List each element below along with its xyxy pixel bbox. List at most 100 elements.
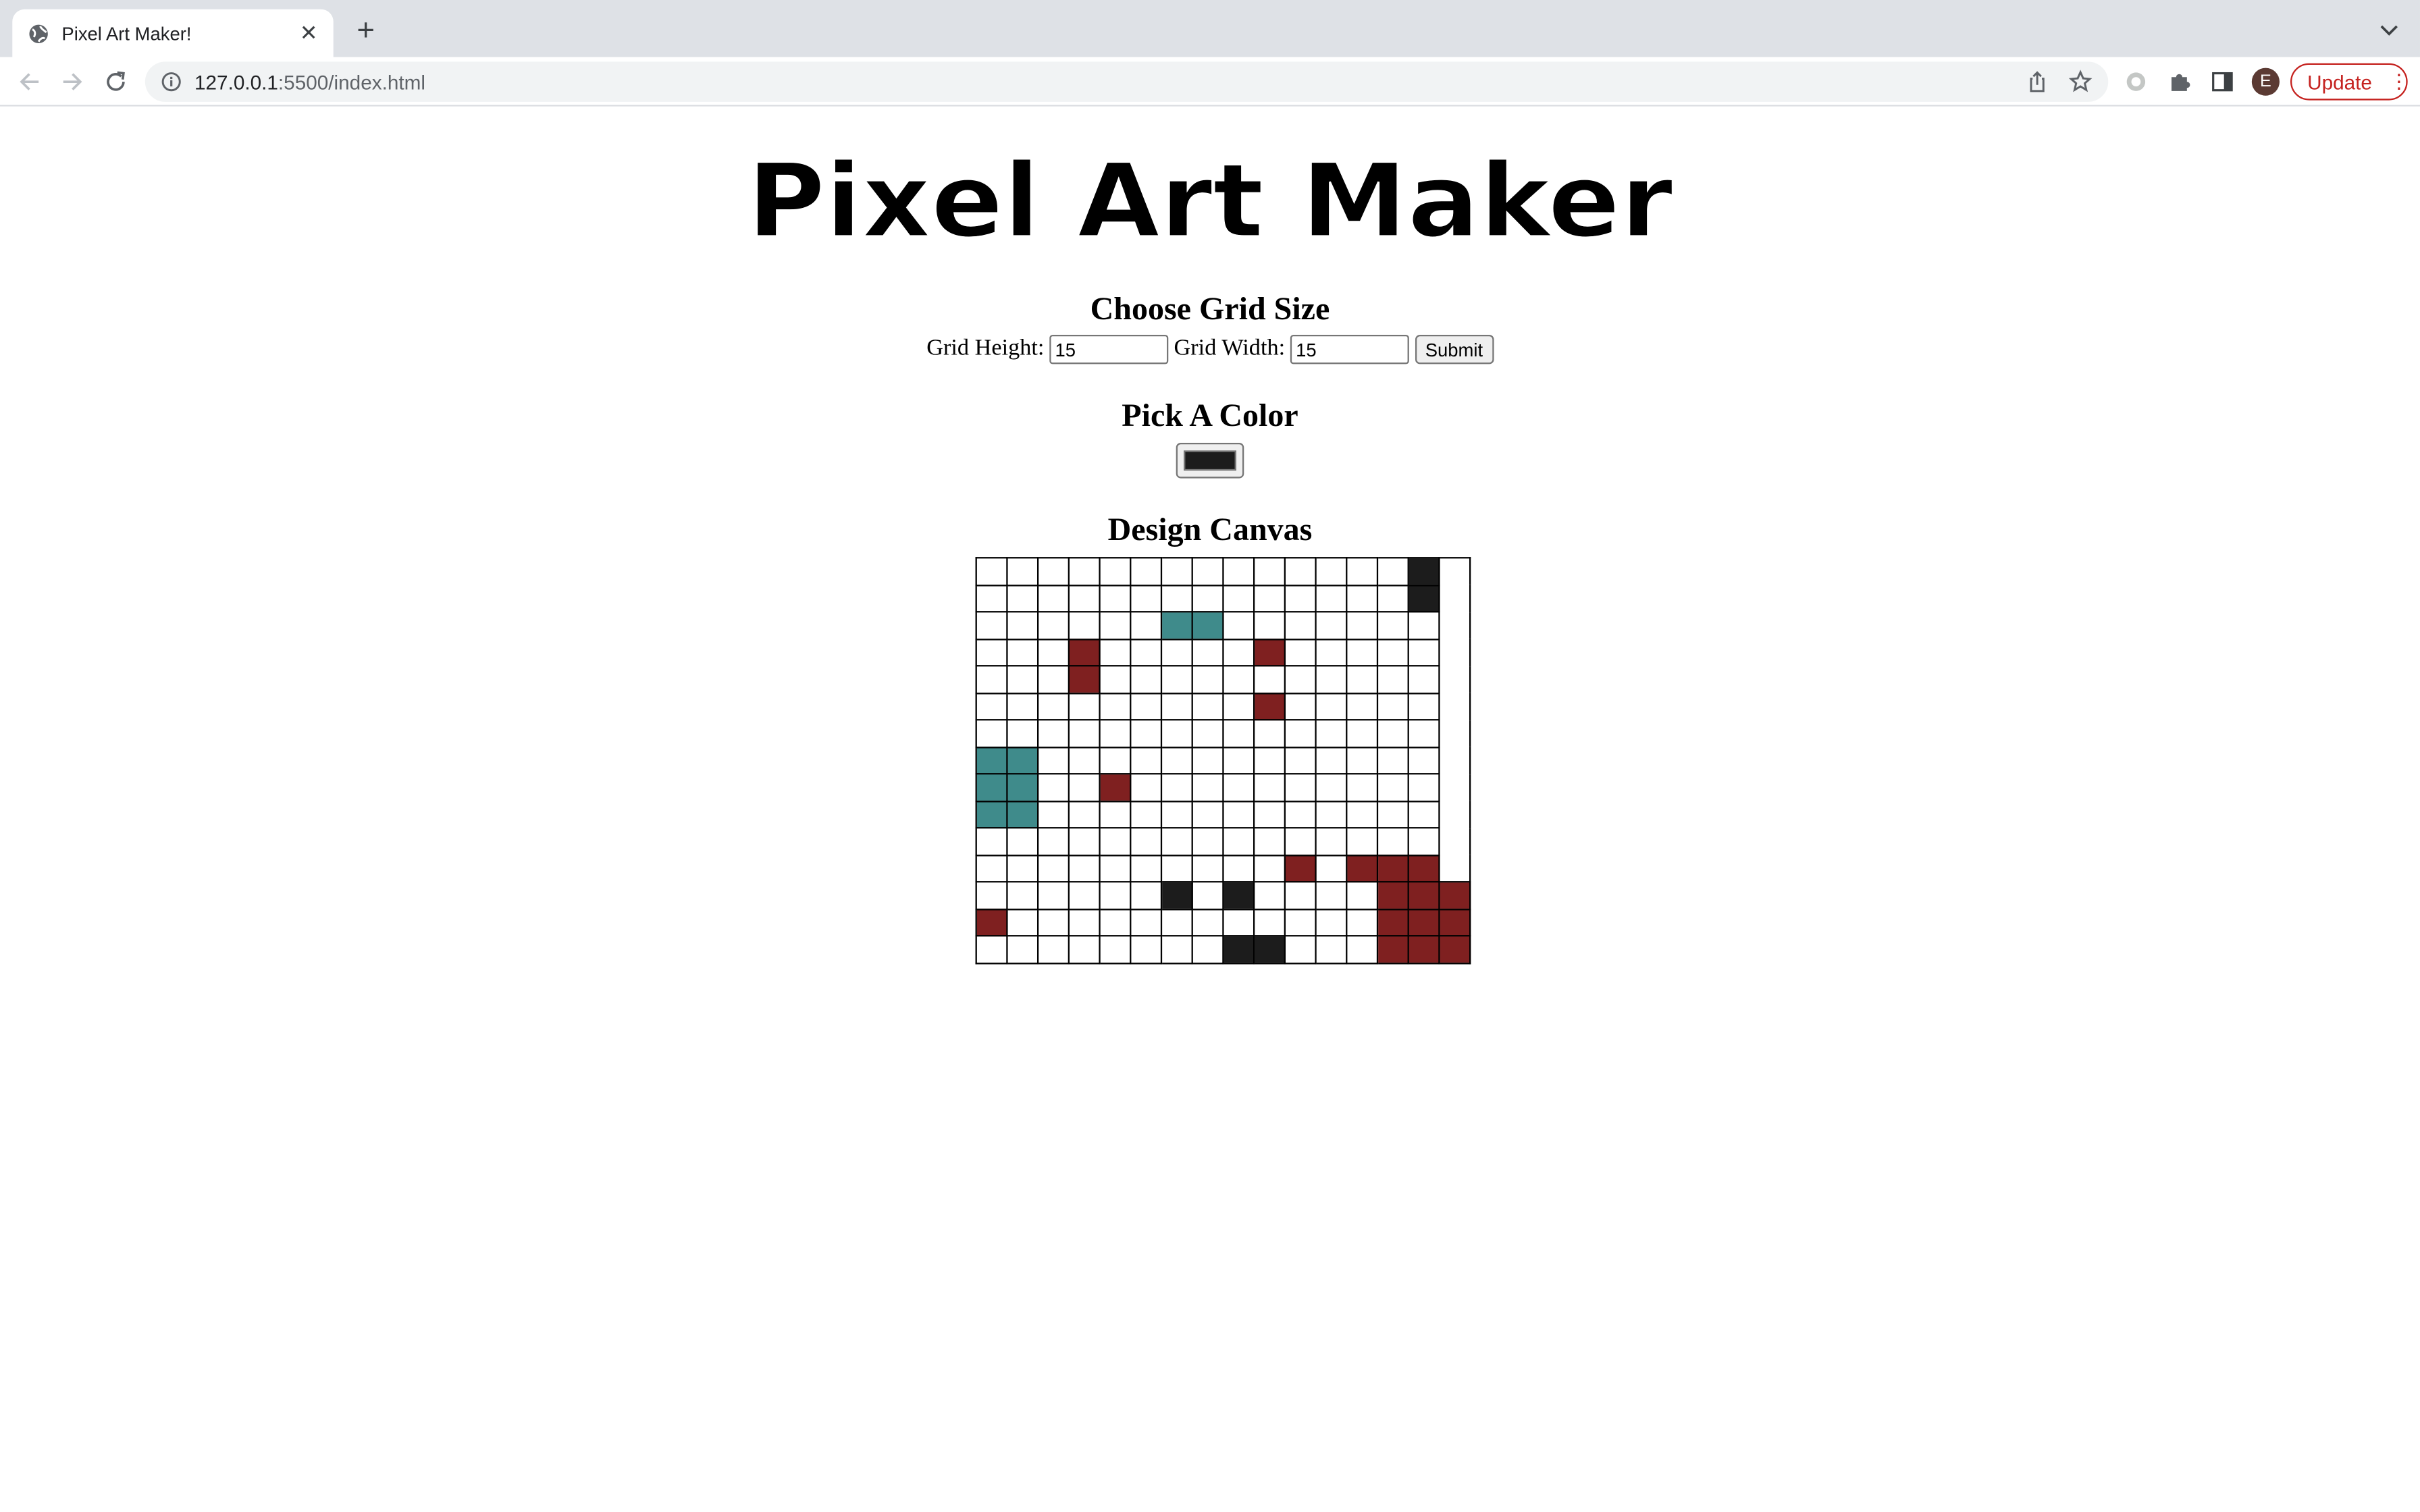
canvas-pixel[interactable] bbox=[1068, 827, 1101, 856]
canvas-pixel[interactable] bbox=[975, 557, 1008, 586]
canvas-pixel[interactable] bbox=[1315, 881, 1348, 910]
canvas-pixel[interactable] bbox=[1315, 746, 1348, 775]
canvas-pixel[interactable] bbox=[1315, 638, 1348, 667]
canvas-pixel[interactable] bbox=[1006, 719, 1039, 748]
back-arrow-icon[interactable] bbox=[12, 65, 46, 99]
canvas-pixel[interactable] bbox=[1376, 557, 1409, 586]
canvas-pixel[interactable] bbox=[1253, 557, 1286, 586]
canvas-pixel[interactable] bbox=[1284, 746, 1317, 775]
canvas-pixel[interactable] bbox=[1407, 908, 1440, 937]
canvas-pixel[interactable] bbox=[1284, 665, 1317, 694]
canvas-pixel[interactable] bbox=[1253, 719, 1286, 748]
canvas-pixel[interactable] bbox=[1099, 692, 1132, 721]
canvas-pixel[interactable] bbox=[1284, 557, 1317, 586]
canvas-pixel[interactable] bbox=[1376, 827, 1409, 856]
canvas-pixel[interactable] bbox=[1036, 746, 1070, 775]
canvas-pixel[interactable] bbox=[1006, 827, 1039, 856]
canvas-pixel[interactable] bbox=[1253, 854, 1286, 883]
canvas-pixel[interactable] bbox=[1315, 665, 1348, 694]
canvas-pixel[interactable] bbox=[1284, 773, 1317, 802]
canvas-pixel[interactable] bbox=[1346, 611, 1379, 640]
canvas-pixel[interactable] bbox=[1099, 719, 1132, 748]
canvas-pixel[interactable] bbox=[975, 746, 1008, 775]
canvas-pixel[interactable] bbox=[1376, 746, 1409, 775]
share-icon[interactable] bbox=[2025, 70, 2050, 94]
canvas-pixel[interactable] bbox=[1068, 854, 1101, 883]
canvas-pixel[interactable] bbox=[1160, 719, 1193, 748]
canvas-pixel[interactable] bbox=[1006, 881, 1039, 910]
canvas-pixel[interactable] bbox=[1130, 692, 1163, 721]
canvas-pixel[interactable] bbox=[1191, 773, 1224, 802]
canvas-pixel[interactable] bbox=[1068, 584, 1101, 613]
canvas-pixel[interactable] bbox=[1407, 935, 1440, 964]
canvas-pixel[interactable] bbox=[1376, 773, 1409, 802]
canvas-pixel[interactable] bbox=[1315, 908, 1348, 937]
color-picker[interactable] bbox=[1176, 442, 1244, 479]
canvas-pixel[interactable] bbox=[1222, 800, 1255, 829]
canvas-pixel[interactable] bbox=[1036, 665, 1070, 694]
canvas-pixel[interactable] bbox=[1253, 638, 1286, 667]
canvas-pixel[interactable] bbox=[1130, 827, 1163, 856]
canvas-pixel[interactable] bbox=[1346, 665, 1379, 694]
canvas-pixel[interactable] bbox=[975, 935, 1008, 964]
canvas-pixel[interactable] bbox=[1036, 827, 1070, 856]
canvas-pixel[interactable] bbox=[975, 611, 1008, 640]
canvas-pixel[interactable] bbox=[975, 584, 1008, 613]
canvas-pixel[interactable] bbox=[1253, 746, 1286, 775]
canvas-pixel[interactable] bbox=[1376, 854, 1409, 883]
info-icon[interactable] bbox=[161, 71, 182, 92]
canvas-pixel[interactable] bbox=[1160, 827, 1193, 856]
canvas-pixel[interactable] bbox=[1222, 692, 1255, 721]
canvas-pixel[interactable] bbox=[1130, 665, 1163, 694]
canvas-pixel[interactable] bbox=[975, 854, 1008, 883]
canvas-pixel[interactable] bbox=[1036, 800, 1070, 829]
canvas-pixel[interactable] bbox=[1130, 773, 1163, 802]
canvas-pixel[interactable] bbox=[1346, 719, 1379, 748]
canvas-pixel[interactable] bbox=[1407, 827, 1440, 856]
canvas-pixel[interactable] bbox=[1036, 584, 1070, 613]
canvas-pixel[interactable] bbox=[1191, 908, 1224, 937]
canvas-pixel[interactable] bbox=[1191, 746, 1224, 775]
canvas-pixel[interactable] bbox=[1068, 935, 1101, 964]
canvas-pixel[interactable] bbox=[1036, 611, 1070, 640]
canvas-pixel[interactable] bbox=[1006, 557, 1039, 586]
canvas-pixel[interactable] bbox=[1315, 827, 1348, 856]
canvas-pixel[interactable] bbox=[1407, 584, 1440, 613]
canvas-pixel[interactable] bbox=[1253, 665, 1286, 694]
canvas-pixel[interactable] bbox=[1222, 665, 1255, 694]
kebab-menu-icon[interactable]: ⋮ bbox=[2389, 70, 2409, 94]
canvas-pixel[interactable] bbox=[1407, 773, 1440, 802]
canvas-pixel[interactable] bbox=[1036, 908, 1070, 937]
canvas-pixel[interactable] bbox=[1191, 611, 1224, 640]
canvas-pixel[interactable] bbox=[1222, 908, 1255, 937]
canvas-pixel[interactable] bbox=[1222, 557, 1255, 586]
canvas-pixel[interactable] bbox=[1006, 935, 1039, 964]
canvas-pixel[interactable] bbox=[1376, 908, 1409, 937]
canvas-pixel[interactable] bbox=[1036, 773, 1070, 802]
canvas-pixel[interactable] bbox=[1222, 773, 1255, 802]
canvas-pixel[interactable] bbox=[1130, 881, 1163, 910]
canvas-pixel[interactable] bbox=[1253, 773, 1286, 802]
canvas-pixel[interactable] bbox=[1130, 935, 1163, 964]
canvas-pixel[interactable] bbox=[975, 665, 1008, 694]
canvas-pixel[interactable] bbox=[1191, 881, 1224, 910]
canvas-pixel[interactable] bbox=[1253, 692, 1286, 721]
canvas-pixel[interactable] bbox=[1376, 800, 1409, 829]
canvas-pixel[interactable] bbox=[1284, 800, 1317, 829]
canvas-pixel[interactable] bbox=[1130, 908, 1163, 937]
canvas-pixel[interactable] bbox=[1130, 854, 1163, 883]
canvas-pixel[interactable] bbox=[1160, 908, 1193, 937]
canvas-pixel[interactable] bbox=[1191, 638, 1224, 667]
canvas-pixel[interactable] bbox=[1253, 935, 1286, 964]
canvas-pixel[interactable] bbox=[975, 800, 1008, 829]
canvas-pixel[interactable] bbox=[975, 719, 1008, 748]
canvas-pixel[interactable] bbox=[1315, 854, 1348, 883]
canvas-pixel[interactable] bbox=[1284, 584, 1317, 613]
chevron-down-icon[interactable] bbox=[2375, 16, 2403, 43]
canvas-pixel[interactable] bbox=[1130, 611, 1163, 640]
extension-globe-icon[interactable] bbox=[2124, 70, 2149, 94]
canvas-pixel[interactable] bbox=[975, 773, 1008, 802]
canvas-pixel[interactable] bbox=[1284, 854, 1317, 883]
canvas-pixel[interactable] bbox=[1068, 692, 1101, 721]
canvas-pixel[interactable] bbox=[1068, 719, 1101, 748]
